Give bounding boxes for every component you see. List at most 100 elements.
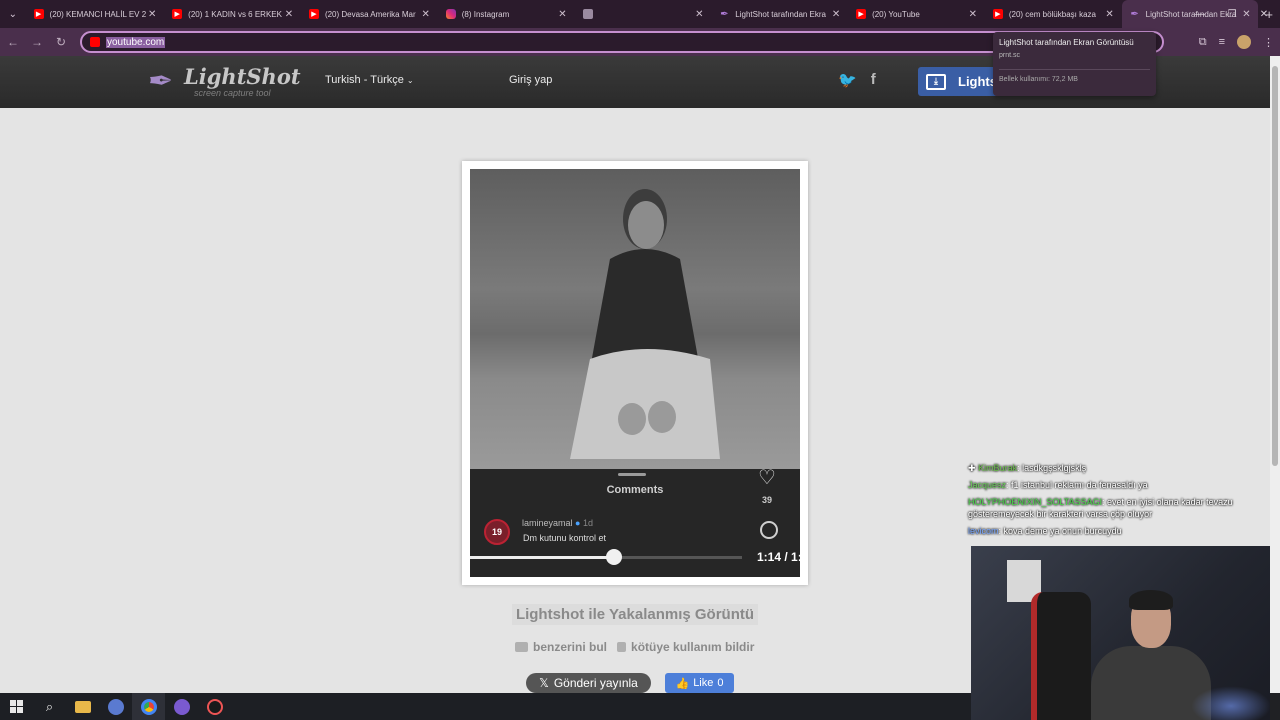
browser-tab[interactable]: ▶ (20) 1 KADIN vs 6 ERKEK ✕ [164, 0, 301, 28]
facebook-like-button[interactable]: 👍 Like 0 [665, 673, 734, 693]
video-time: 1:14 / 1: [757, 550, 800, 564]
page-scrollbar[interactable] [1270, 56, 1280, 693]
heart-icon[interactable]: ♡ [758, 465, 776, 490]
facebook-icon[interactable]: f [871, 71, 876, 89]
obs-icon[interactable] [198, 693, 231, 720]
report-icon [617, 642, 627, 652]
gaming-chair [1031, 592, 1091, 720]
comment-text: Dm kutunu kontrol et [523, 533, 607, 543]
comment-user: lamineyamal ● 1d [522, 518, 593, 528]
progress-fill [470, 556, 615, 559]
camera-icon [515, 642, 528, 652]
youtube-icon: ▶ [856, 9, 867, 19]
chat-user: levicom [968, 526, 999, 536]
chat-badge-icon: ✚ [968, 463, 976, 473]
language-label: Turkish - Türkçe [325, 74, 404, 86]
caption-text: Lightshot ile Yakalanmış Görüntü [511, 604, 759, 625]
tweet-button[interactable]: 𝕏 Gönderi yayınla [526, 673, 651, 693]
chat-message: ✚ KimBurak: lasdkgşsklgjsklş [968, 462, 1270, 474]
windows-icon[interactable] [0, 693, 33, 720]
find-similar-label: benzerini bul [533, 640, 608, 654]
close-window-icon[interactable]: ✕ [1248, 9, 1280, 20]
like-label: Like [693, 677, 714, 689]
close-icon[interactable]: ✕ [693, 9, 705, 20]
tab-label: (20) cem bölükbaşı kaza [1008, 9, 1096, 19]
close-icon[interactable]: ✕ [1104, 9, 1116, 20]
taskbar: ⌕ [0, 693, 971, 720]
browser-tab[interactable]: ▶ (20) cem bölükbaşı kaza ✕ [985, 0, 1122, 28]
instagram-icon [445, 9, 456, 19]
scroll-thumb[interactable] [1272, 66, 1278, 466]
chat-message: levicom: kova deme ya onun burcuydu [968, 525, 1270, 537]
language-selector[interactable]: Turkish - Türkçe ⌄ [325, 74, 414, 86]
tab-label: (20) Devasa Amerika Mar [324, 9, 416, 19]
webcam-overlay [971, 546, 1270, 720]
login-link[interactable]: Giriş yap [509, 74, 552, 86]
report-abuse-link[interactable]: kötüye kullanım bildir [617, 640, 754, 654]
comment-username[interactable]: lamineyamal [522, 518, 573, 528]
close-icon[interactable]: ✕ [420, 9, 432, 20]
media-icon[interactable]: ≡ [1219, 36, 1225, 48]
logo-title: LightShot [184, 64, 301, 89]
search-icon[interactable]: ⌕ [33, 693, 66, 720]
page-icon [582, 9, 593, 19]
restore-icon[interactable]: ❐ [1216, 9, 1248, 20]
logo-subtitle: screen capture tool [194, 88, 271, 98]
youtube-icon [90, 37, 100, 47]
forward-icon[interactable]: → [26, 35, 48, 49]
screenshot-image[interactable]: Comments ♡ 39 19 lamineyamal ● 1d Dm kut… [470, 169, 800, 577]
chat-user: HOLYPHOENIXIN_SOLTASSAGI [968, 497, 1103, 507]
tab-search-button[interactable]: ⌄ [0, 0, 26, 28]
chat-message: Jacquesz: f1 istanbul reklamı da fenasal… [968, 479, 1270, 491]
discord-icon[interactable] [165, 693, 198, 720]
tab-label: (8) Instagram [461, 9, 510, 19]
chrome-icon[interactable] [132, 693, 165, 720]
stream-chat: ✚ KimBurak: lasdkgşsklgjsklş Jacquesz: f… [968, 462, 1270, 542]
close-icon[interactable]: ✕ [967, 9, 979, 20]
site-logo[interactable]: ✒ LightShot screen capture tool [148, 64, 301, 100]
like-count: 39 [762, 495, 773, 505]
hover-title: LightShot tarafından Ekran Görüntüsü [999, 38, 1134, 47]
browser-tab[interactable]: ▶ (20) YouTube ✕ [848, 0, 985, 28]
chat-user: Jacquesz [968, 480, 1007, 490]
close-icon[interactable]: ✕ [283, 9, 295, 20]
browser-tab[interactable]: ▶ (20) Devasa Amerika Mar ✕ [301, 0, 438, 28]
twitter-icon[interactable]: 🐦 [838, 71, 857, 89]
reload-icon[interactable]: ↻ [50, 35, 72, 49]
app-icon[interactable] [99, 693, 132, 720]
close-icon[interactable]: ✕ [146, 9, 158, 20]
tab-strip: ⌄ ▶ (20) KEMANCI HALİL EV 2 ✕ ▶ (20) 1 K… [0, 0, 1280, 28]
like-counter: 0 [717, 677, 724, 689]
comment-bubble-icon[interactable] [760, 521, 778, 539]
lightshot-icon: ✒ [720, 8, 729, 20]
photo [470, 169, 800, 469]
browser-tab[interactable]: ✒ LightShot tarafından Ekra ✕ [711, 0, 848, 28]
toolbar-actions: ⧉ ≡ ⋮ [1199, 28, 1274, 56]
minimize-icon[interactable]: — [1184, 9, 1216, 20]
browser-tab[interactable]: ✕ [575, 0, 712, 28]
back-icon[interactable]: ← [2, 35, 24, 49]
find-similar-link[interactable]: benzerini bul [515, 640, 607, 654]
avatar[interactable]: 19 [484, 519, 510, 545]
drag-handle[interactable] [618, 473, 646, 476]
profile-avatar[interactable] [1237, 35, 1251, 49]
led-glow [1191, 686, 1270, 720]
address-text[interactable]: youtube.com [106, 36, 166, 48]
tab-label: (20) YouTube [872, 9, 920, 19]
extensions-icon[interactable]: ⧉ [1199, 36, 1207, 49]
chat-text: : kova deme ya onun burcuydu [998, 526, 1122, 536]
person-silhouette [570, 189, 720, 459]
youtube-icon: ▶ [992, 9, 1003, 19]
verified-icon: ● [575, 518, 581, 528]
close-icon[interactable]: ✕ [830, 9, 842, 20]
social-links: 🐦 f [838, 71, 876, 89]
menu-icon[interactable]: ⋮ [1263, 36, 1274, 49]
file-explorer-icon[interactable] [66, 693, 99, 720]
report-abuse-label: kötüye kullanım bildir [631, 640, 755, 654]
browser-tab[interactable]: ▶ (20) KEMANCI HALİL EV 2 ✕ [26, 0, 165, 28]
chat-message: HOLYPHOENIXIN_SOLTASSAGI: evet en iyisi … [968, 496, 1270, 520]
browser-tab[interactable]: (8) Instagram ✕ [438, 0, 575, 28]
screenshot-frame: Comments ♡ 39 19 lamineyamal ● 1d Dm kut… [462, 161, 808, 585]
close-icon[interactable]: ✕ [557, 9, 569, 20]
comment-time: 1d [583, 518, 594, 528]
